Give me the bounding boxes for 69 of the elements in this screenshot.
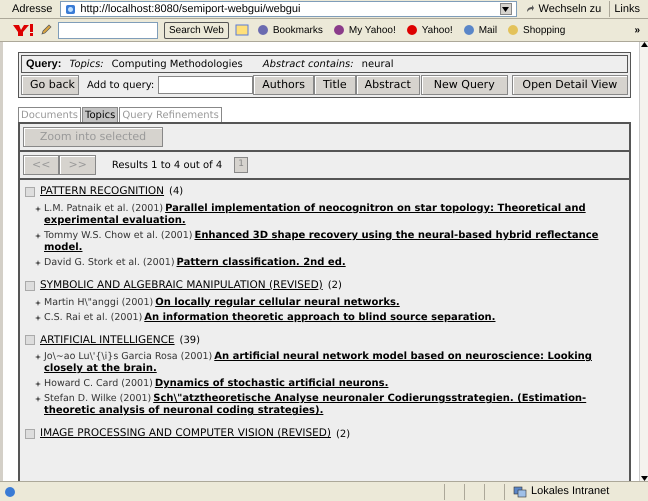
topic-checkbox[interactable] <box>25 280 35 291</box>
page-status-icon <box>4 486 16 498</box>
url-text: http://localhost:8080/semiport-webgui/webgui <box>80 2 300 17</box>
topic-count: (2) <box>336 428 350 442</box>
address-label: Adresse <box>11 2 54 17</box>
caret-icon[interactable] <box>502 6 510 12</box>
bullet-icon <box>35 354 41 360</box>
toolbar-item-icon <box>507 24 520 36</box>
document-entry: Stefan D. Wilke (2001) Sch\"atztheoretische Analyse neuronaler Codierungsstrategien. (Estimation-theoretic analysis of neuronal coding strategies). <box>44 393 588 418</box>
topic-checkbox[interactable] <box>25 335 35 346</box>
links-label[interactable]: Links <box>609 0 644 18</box>
query-button[interactable]: Abstract <box>356 75 420 95</box>
toolbar-link[interactable]: Shopping <box>505 22 568 38</box>
query-button[interactable]: New Query <box>420 75 508 95</box>
network-icon <box>513 486 527 498</box>
address-field[interactable]: http://localhost:8080/semiport-webgui/webgui <box>60 1 517 17</box>
topic-checkbox[interactable] <box>25 186 35 197</box>
toolbar-item-icon <box>462 24 475 36</box>
topic-link[interactable]: SYMBOLIC AND ALGEBRAIC MANIPULATION (REVISED) <box>40 278 323 294</box>
topic-link[interactable]: PATTERN RECOGNITION <box>40 184 164 200</box>
topic-count: (39) <box>180 334 200 348</box>
toolbar-item-icon <box>406 24 418 36</box>
document-entry: Martin H\"anggi (2001) On locally regular cellular neural networks. <box>44 296 400 308</box>
topic-link[interactable]: IMAGE PROCESSING AND COMPUTER VISION (REVISED) <box>40 426 331 442</box>
toolbar-item-icon <box>332 24 345 36</box>
toolbar-link[interactable]: My Yahoo! <box>330 22 398 38</box>
toolbar-link[interactable]: Mail <box>460 22 500 38</box>
document-entry: David G. Stork et al. (2001) Pattern classification. 2nd ed. <box>44 256 346 269</box>
document-entry: Jo\~ao Lu\'{\i}s Garcia Rosa (2001) An artificial neural network model based on neuroscience: Looking closely at the brain. <box>44 351 593 376</box>
zone-label: Lokales Intranet <box>531 484 610 500</box>
topic-count: (4) <box>169 185 184 200</box>
bullet-icon <box>35 396 41 402</box>
topic-link[interactable]: ARTIFICIAL INTELLIGENCE <box>40 332 175 348</box>
document-entry: L.M. Patnaik et al. (2001) Parallel implementation of neocognitron on star topology: Theoretical and experimental evaluation. <box>44 202 587 227</box>
go-button[interactable]: Wechseln zu <box>520 0 606 18</box>
more-chevron[interactable]: » <box>634 22 640 38</box>
bullet-icon <box>35 206 41 212</box>
logo-icon[interactable] <box>12 23 34 37</box>
query-button[interactable]: Title <box>314 75 356 95</box>
bullet-icon <box>35 232 41 239</box>
back-button[interactable]: Go back <box>21 75 79 95</box>
topic-checkbox[interactable] <box>25 429 35 440</box>
dropdown-button[interactable] <box>500 3 512 15</box>
query-button[interactable]: Authors <box>253 75 314 95</box>
bullet-icon <box>35 260 41 266</box>
add-to-query-label: Add to query: <box>87 78 154 92</box>
toolbar-link[interactable]: Bookmarks <box>254 22 325 38</box>
search-button[interactable]: Search Web <box>164 22 229 38</box>
document-entry: C.S. Rai et al. (2001) An information theoretic approach to blind source separation. <box>44 312 496 324</box>
tab[interactable]: Topics <box>82 107 118 122</box>
toolbar-item-icon <box>256 24 269 36</box>
query-field[interactable] <box>158 76 254 94</box>
document-entry: Tommy W.S. Chow et al. (2001) Enhanced 3D shape recovery using the neural-based hybrid reflectance model. <box>44 230 600 254</box>
topic-count: (2) <box>328 279 342 294</box>
scroll-up-icon[interactable] <box>640 42 648 47</box>
page-icon <box>65 4 76 14</box>
search-field[interactable] <box>58 22 158 38</box>
arrow-icon <box>524 4 535 14</box>
toolbar-link[interactable]: Yahoo! <box>404 22 455 38</box>
pencil-icon[interactable] <box>40 24 52 36</box>
results-summary: Results 1 to 4 out of 4 <box>112 158 222 172</box>
bullet-icon <box>35 300 41 306</box>
highlight-icon[interactable] <box>234 24 249 36</box>
query-button[interactable]: Open Detail View <box>512 75 628 95</box>
document-entry: Howard C. Card (2001) Dynamics of stochastic artificial neurons. <box>44 378 388 390</box>
bullet-icon <box>35 314 41 320</box>
scroll-down-icon[interactable] <box>640 476 648 481</box>
query-summary: Query: Topics: Computing Methodologies Abstract contains: neural <box>21 55 628 73</box>
bullet-icon <box>35 381 41 388</box>
